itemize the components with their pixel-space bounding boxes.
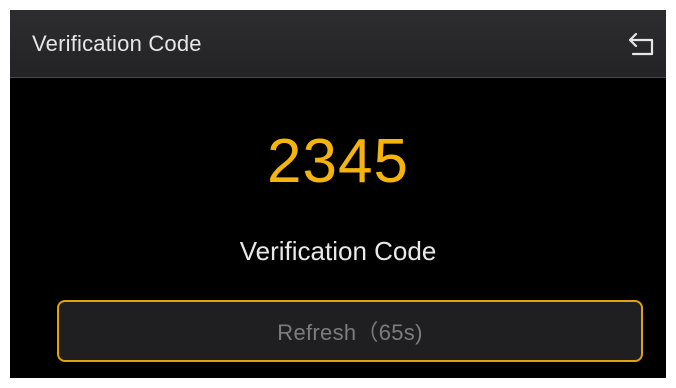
verification-code-value: 2345 <box>267 127 409 196</box>
refresh-button-label: Refresh（65s) <box>277 320 423 345</box>
back-arrow-icon <box>628 32 654 56</box>
verification-code-label: Verification Code <box>239 236 437 266</box>
verification-screen: Verification Code 2345 Verification Code… <box>10 10 666 378</box>
back-button[interactable] <box>624 26 660 62</box>
header-bar: Verification Code <box>10 10 666 78</box>
refresh-button[interactable]: Refresh（65s) <box>57 300 643 362</box>
page-title: Verification Code <box>32 31 202 56</box>
